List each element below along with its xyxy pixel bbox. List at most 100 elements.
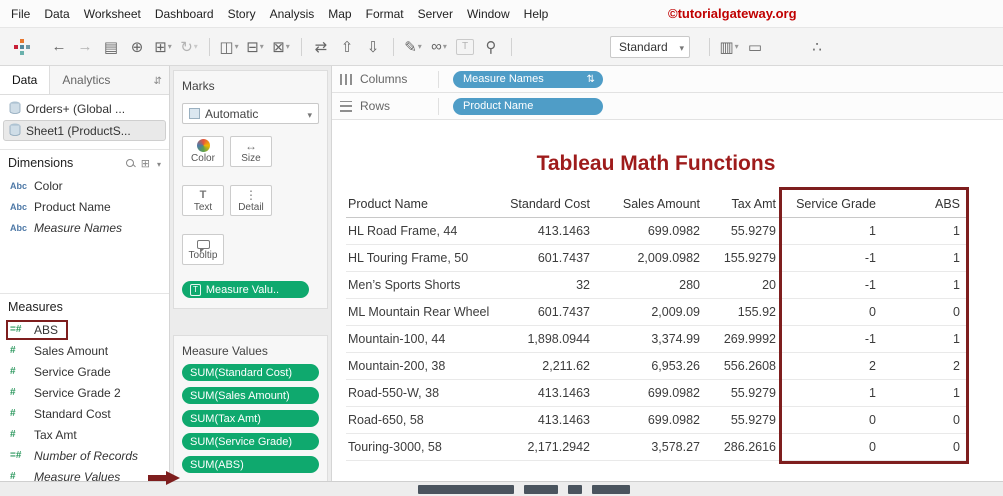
menu-item[interactable]: File: [4, 7, 37, 21]
menu-item[interactable]: Worksheet: [77, 7, 148, 21]
measure-values-pill[interactable]: SUM(Service Grade): [182, 433, 319, 450]
value-cell[interactable]: 0: [782, 305, 882, 319]
value-cell[interactable]: 20: [706, 278, 782, 292]
column-header[interactable]: Product Name: [346, 197, 504, 211]
row-header-cell[interactable]: Touring-3000, 58: [346, 440, 504, 454]
chevron-down-icon[interactable]: [157, 156, 161, 170]
view-mode-icon[interactable]: [141, 156, 150, 170]
value-cell[interactable]: 1: [882, 278, 966, 292]
measure-values-pill-marks[interactable]: Measure Valu..: [182, 281, 309, 298]
measure-item[interactable]: # Measure Values: [0, 466, 169, 482]
row-header-cell[interactable]: ML Mountain Rear Wheel: [346, 305, 504, 319]
forward-icon[interactable]: →: [72, 35, 98, 59]
add-data-source-icon[interactable]: ⊕: [124, 35, 150, 59]
menu-item[interactable]: Data: [37, 7, 76, 21]
value-cell[interactable]: 413.1463: [504, 224, 596, 238]
mark-type-dropdown[interactable]: Automatic: [182, 103, 319, 124]
value-cell[interactable]: -1: [782, 278, 882, 292]
dimension-item[interactable]: Abc Measure Names: [0, 217, 169, 238]
value-cell[interactable]: 601.7437: [504, 305, 596, 319]
sort-ascending-icon[interactable]: ⇧: [334, 35, 360, 59]
share-icon[interactable]: ∴: [804, 35, 830, 59]
value-cell[interactable]: 1: [882, 332, 966, 346]
menu-item[interactable]: Help: [517, 7, 556, 21]
menu-item[interactable]: Window: [460, 7, 517, 21]
value-cell[interactable]: 1: [882, 224, 966, 238]
measure-item[interactable]: # Tax Amt: [0, 424, 169, 445]
value-cell[interactable]: 413.1463: [504, 386, 596, 400]
new-story-icon[interactable]: ⊟: [242, 35, 268, 59]
measure-item[interactable]: # Service Grade 2: [0, 382, 169, 403]
clear-sheet-icon[interactable]: ⊠: [268, 35, 294, 59]
data-source-item[interactable]: Sheet1 (ProductS...: [3, 120, 166, 141]
pin-pane-icon[interactable]: [147, 66, 169, 94]
value-cell[interactable]: 699.0982: [596, 413, 706, 427]
row-header-cell[interactable]: Road-650, 58: [346, 413, 504, 427]
menu-item[interactable]: Format: [359, 7, 411, 21]
row-header-cell[interactable]: Mountain-100, 44: [346, 332, 504, 346]
sort-descending-icon[interactable]: ⇩: [360, 35, 386, 59]
back-icon[interactable]: ←: [46, 35, 72, 59]
value-cell[interactable]: 3,578.27: [596, 440, 706, 454]
highlight-icon[interactable]: ✎: [400, 35, 426, 59]
presentation-mode-icon[interactable]: ▭: [742, 35, 768, 59]
value-cell[interactable]: 55.9279: [706, 224, 782, 238]
measure-item[interactable]: # Sales Amount: [0, 340, 169, 361]
save-icon[interactable]: ▤: [98, 35, 124, 59]
column-header[interactable]: Tax Amt: [706, 197, 782, 211]
tab-analytics[interactable]: Analytics: [50, 66, 122, 94]
value-cell[interactable]: 699.0982: [596, 386, 706, 400]
value-cell[interactable]: 155.92: [706, 305, 782, 319]
refresh-icon[interactable]: ↻: [176, 35, 202, 59]
menu-item[interactable]: Analysis: [263, 7, 322, 21]
measure-item[interactable]: =# ABS: [0, 319, 169, 340]
dimension-item[interactable]: Abc Product Name: [0, 196, 169, 217]
columns-pill[interactable]: Measure Names: [453, 70, 603, 88]
value-cell[interactable]: 1: [882, 251, 966, 265]
show-hide-cards-icon[interactable]: ▥: [716, 35, 742, 59]
value-cell[interactable]: 0: [782, 413, 882, 427]
value-cell[interactable]: 2,009.0982: [596, 251, 706, 265]
value-cell[interactable]: 2: [782, 359, 882, 373]
value-cell[interactable]: 55.9279: [706, 386, 782, 400]
value-cell[interactable]: 32: [504, 278, 596, 292]
value-cell[interactable]: 269.9992: [706, 332, 782, 346]
value-cell[interactable]: 155.9279: [706, 251, 782, 265]
row-header-cell[interactable]: HL Touring Frame, 50: [346, 251, 504, 265]
value-cell[interactable]: 1: [782, 386, 882, 400]
data-source-item[interactable]: Orders+ (Global ...: [3, 98, 166, 119]
measure-values-pill[interactable]: SUM(ABS): [182, 456, 319, 473]
value-cell[interactable]: 1: [882, 386, 966, 400]
menu-item[interactable]: Map: [321, 7, 358, 21]
row-header-cell[interactable]: Men’s Sports Shorts: [346, 278, 504, 292]
measure-item[interactable]: # Service Grade: [0, 361, 169, 382]
fix-axes-icon[interactable]: ⚲: [478, 35, 504, 59]
tableau-logo[interactable]: [12, 38, 34, 56]
search-icon[interactable]: [125, 158, 134, 167]
text-button[interactable]: Text: [182, 185, 224, 216]
size-button[interactable]: Size: [230, 136, 272, 167]
value-cell[interactable]: 6,953.26: [596, 359, 706, 373]
value-cell[interactable]: 286.2616: [706, 440, 782, 454]
value-cell[interactable]: 3,374.99: [596, 332, 706, 346]
fit-select[interactable]: Standard: [610, 35, 690, 58]
value-cell[interactable]: 2,211.62: [504, 359, 596, 373]
detail-button[interactable]: Detail: [230, 185, 272, 216]
swap-rows-columns-icon[interactable]: ⇄: [308, 35, 334, 59]
column-header[interactable]: ABS: [882, 197, 966, 211]
color-button[interactable]: Color: [182, 136, 224, 167]
tab-data[interactable]: Data: [0, 66, 51, 94]
value-cell[interactable]: 0: [882, 440, 966, 454]
measure-values-pill[interactable]: SUM(Sales Amount): [182, 387, 319, 404]
group-members-icon[interactable]: ∞: [426, 35, 452, 59]
measure-values-pill[interactable]: SUM(Tax Amt): [182, 410, 319, 427]
measure-item[interactable]: =# Number of Records: [0, 445, 169, 466]
column-header[interactable]: Sales Amount: [596, 197, 706, 211]
show-mark-labels-icon[interactable]: T: [456, 38, 474, 55]
new-worksheet-icon[interactable]: ⊞: [150, 35, 176, 59]
column-header[interactable]: Standard Cost: [504, 197, 596, 211]
value-cell[interactable]: 0: [882, 305, 966, 319]
rows-pill[interactable]: Product Name: [453, 97, 603, 115]
dimension-item[interactable]: Abc Color: [0, 175, 169, 196]
row-header-cell[interactable]: Mountain-200, 38: [346, 359, 504, 373]
